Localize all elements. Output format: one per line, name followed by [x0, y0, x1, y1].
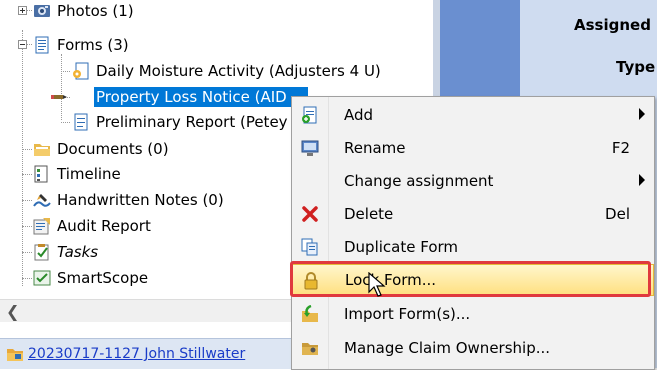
- tree-item-documents[interactable]: Documents (0): [33, 138, 171, 160]
- menu-item-import-forms[interactable]: Import Form(s)...: [292, 298, 654, 330]
- report-icon: [33, 218, 50, 235]
- tree-line: [22, 30, 23, 286]
- menu-item-rename[interactable]: Rename F2: [292, 132, 654, 164]
- tree-line: [22, 174, 32, 175]
- tree-item-label: Tasks: [57, 243, 99, 261]
- tree-item-label: Handwritten Notes (0): [57, 191, 224, 209]
- rename-icon: [301, 140, 319, 156]
- tree-item-forms[interactable]: Forms (3): [33, 34, 131, 56]
- tree-item-label: Preliminary Report (Petey: [96, 113, 288, 131]
- menu-item-delete[interactable]: Delete Del: [292, 198, 654, 230]
- menu-item-change-assignment[interactable]: Change assignment: [292, 165, 654, 197]
- menu-item-label: Delete: [344, 205, 394, 223]
- tree-line: [22, 200, 32, 201]
- menu-item-label: Manage Claim Ownership...: [344, 339, 551, 357]
- tree-item-label: Documents (0): [57, 140, 169, 158]
- form-edit-icon: [51, 95, 67, 99]
- tree-item-label: SmartScope: [57, 269, 149, 287]
- folder-icon: [34, 144, 50, 156]
- tree-item-property-loss-notice[interactable]: Property Loss Notice (AID ...: [72, 86, 308, 108]
- type-header: Type: [616, 58, 656, 76]
- menu-item-label: Duplicate Form: [344, 238, 459, 256]
- tree-line: [22, 149, 32, 150]
- collapse-forms-toggle[interactable]: [18, 40, 27, 49]
- tree-item-daily-moisture[interactable]: Daily Moisture Activity (Adjusters 4 U): [72, 60, 383, 82]
- menu-item-shortcut: F2: [611, 139, 630, 157]
- menu-item-manage-claim-ownership[interactable]: Manage Claim Ownership...: [292, 332, 654, 364]
- tree-line: [61, 71, 70, 72]
- tree-line: [22, 278, 32, 279]
- tree-item-label: Daily Moisture Activity (Adjusters 4 U): [96, 62, 381, 80]
- menu-item-label: Rename: [344, 139, 406, 157]
- photo-icon: [34, 5, 50, 17]
- tree-item-tasks[interactable]: Tasks: [33, 241, 100, 263]
- expand-photos-toggle[interactable]: [18, 6, 27, 15]
- claim-link[interactable]: 20230717-1127 John Stillwater: [28, 346, 245, 362]
- tree-item-label: Audit Report: [57, 217, 151, 235]
- tree-item-photos[interactable]: Photos (1): [33, 0, 136, 22]
- tree-item-label: Photos (1): [57, 2, 134, 20]
- timeline-icon: [34, 165, 48, 183]
- form-shared-icon: [73, 62, 89, 80]
- tree-item-smartscope[interactable]: SmartScope: [33, 267, 150, 289]
- menu-item-duplicate-form[interactable]: Duplicate Form: [292, 231, 654, 263]
- form-icon: [74, 113, 88, 131]
- tree-line: [22, 252, 32, 253]
- tree-item-audit-report[interactable]: Audit Report: [33, 215, 153, 237]
- tree-item-label: Timeline: [57, 165, 121, 183]
- submenu-arrow-icon: [639, 174, 645, 186]
- assigned-header: Assigned: [574, 16, 651, 34]
- menu-item-lock-form[interactable]: Lock Form...: [292, 264, 654, 296]
- submenu-arrow-icon: [639, 108, 645, 120]
- mouse-cursor-icon: [368, 272, 386, 297]
- context-menu: Add Rename F2 Change assignment Delete D…: [291, 96, 655, 370]
- add-icon: [302, 106, 317, 124]
- tree-item-handwritten-notes[interactable]: Handwritten Notes (0): [33, 189, 226, 211]
- menu-item-label: Add: [344, 106, 374, 124]
- duplicate-icon: [301, 238, 318, 256]
- tree-item-timeline[interactable]: Timeline: [33, 163, 123, 185]
- tasks-icon: [34, 244, 49, 261]
- tree-line: [61, 122, 70, 123]
- pen-icon: [33, 194, 51, 207]
- tree-item-preliminary-report[interactable]: Preliminary Report (Petey: [72, 111, 290, 133]
- menu-item-label: Import Form(s)...: [344, 305, 471, 323]
- menu-item-label: Change assignment: [344, 172, 494, 190]
- tree-item-label: Forms (3): [57, 36, 129, 54]
- forms-icon: [35, 36, 49, 54]
- ownership-icon: [302, 343, 318, 355]
- menu-item-shortcut: Del: [605, 205, 630, 223]
- scroll-left-icon[interactable]: ❮: [6, 302, 19, 321]
- tree-item-label: Property Loss Notice (AID ...: [94, 87, 308, 107]
- menu-item-add[interactable]: Add: [292, 99, 654, 131]
- menu-item-label: Lock Form...: [345, 271, 437, 289]
- tree-line: [61, 54, 62, 120]
- lock-icon: [304, 272, 318, 290]
- delete-icon: [302, 206, 318, 222]
- import-icon: [302, 305, 318, 322]
- claim-folder-icon: [7, 349, 23, 361]
- smartscope-icon: [33, 270, 51, 286]
- tree-line: [22, 226, 32, 227]
